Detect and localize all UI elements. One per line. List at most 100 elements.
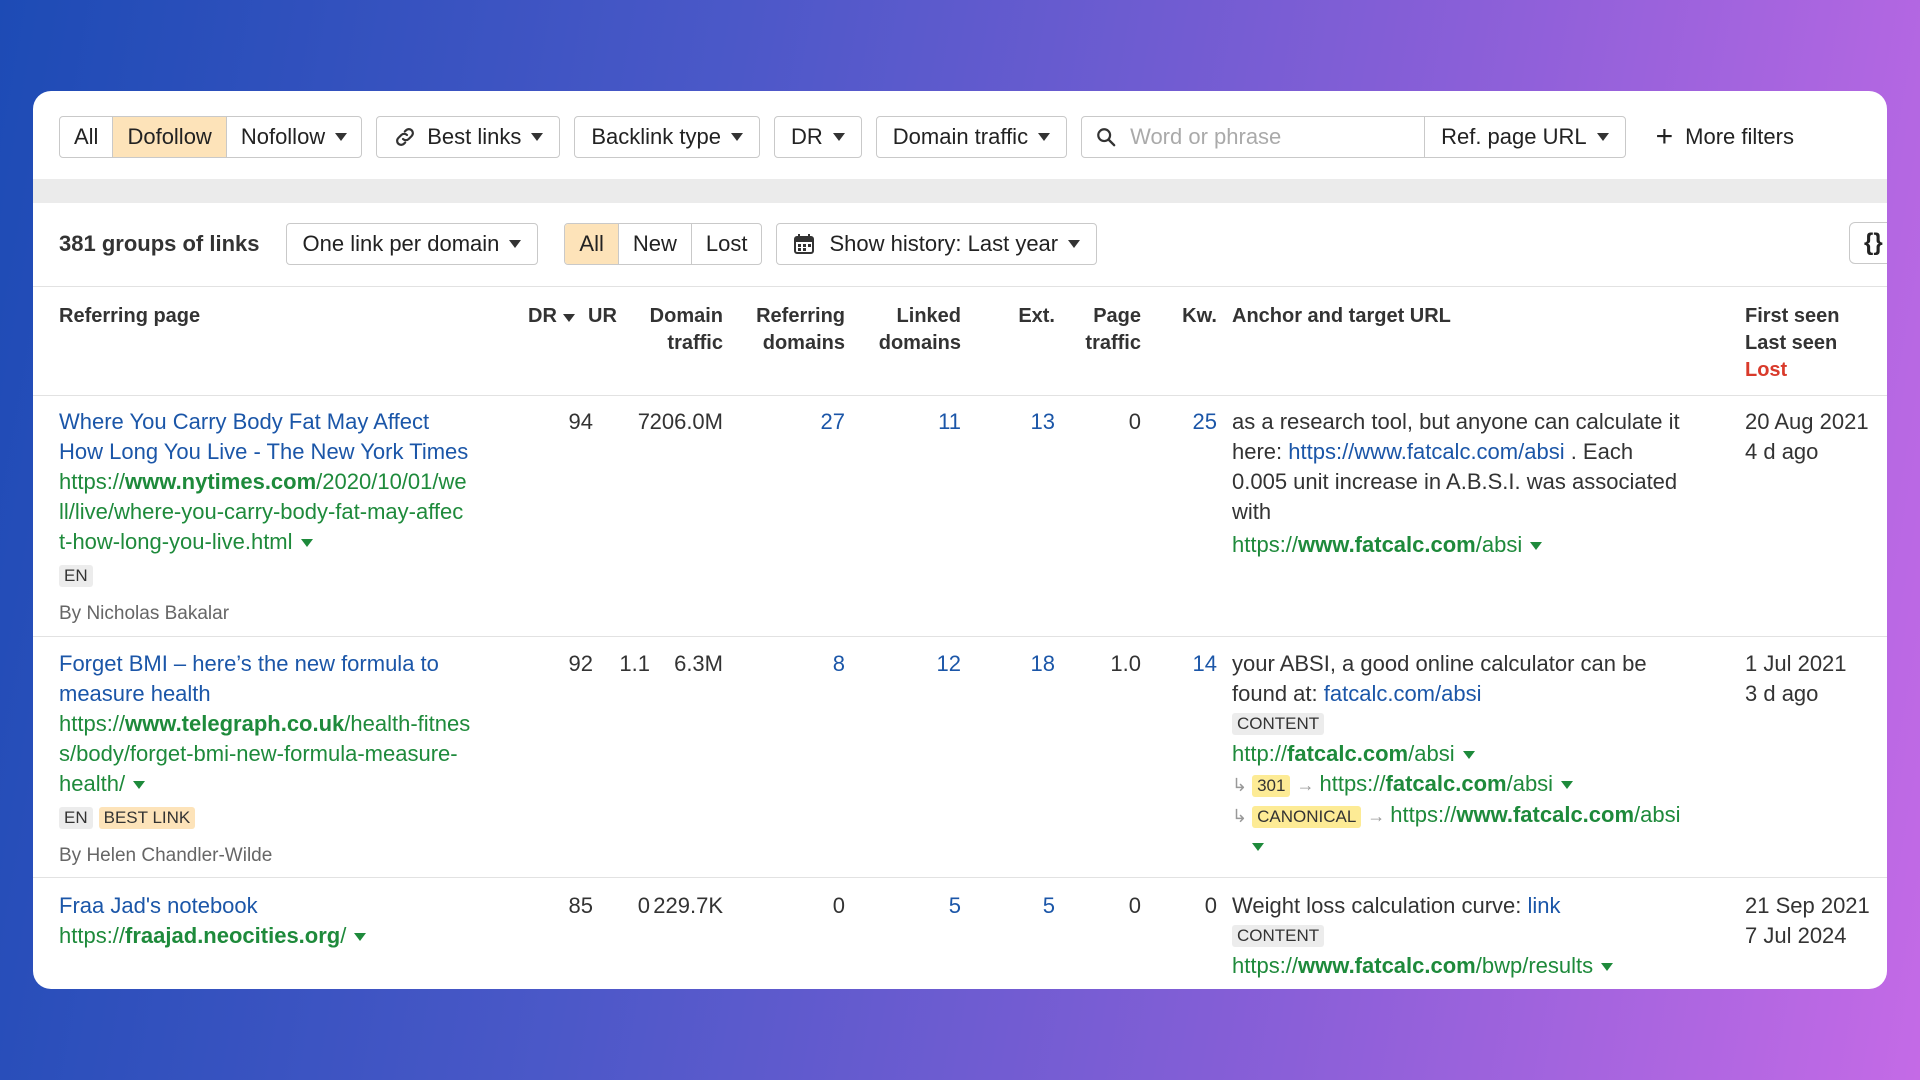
- api-button[interactable]: {}: [1849, 222, 1887, 264]
- col-ext[interactable]: Ext.: [993, 303, 1055, 330]
- grouping-dropdown[interactable]: One link per domain: [285, 223, 539, 265]
- search-input[interactable]: [1130, 124, 1411, 150]
- braces-icon: {}: [1864, 229, 1883, 256]
- referring-page-url-link[interactable]: https://fraajad.neocities.org/: [59, 921, 509, 951]
- filter-nofollow[interactable]: Nofollow: [227, 117, 361, 157]
- linked-domains-value[interactable]: 5: [893, 891, 961, 921]
- referring-page-title-link[interactable]: Forget BMI – here’s the new formula to me…: [59, 649, 509, 709]
- col-ref-domains-l2: domains: [762, 332, 845, 354]
- search-icon: [1097, 128, 1116, 147]
- linked-domains-value[interactable]: 12: [893, 649, 961, 679]
- best-links-dropdown[interactable]: Best links: [376, 116, 561, 158]
- col-anchor[interactable]: Anchor and target URL: [1232, 303, 1451, 330]
- domain-traffic-label: Domain traffic: [892, 124, 1029, 149]
- domain-traffic-dropdown[interactable]: Domain traffic: [875, 116, 1068, 158]
- kw-value: 0: [1204, 893, 1217, 918]
- redirect-row-301: ↳ 301 → https://fatcalc.com/absi: [1232, 769, 1742, 800]
- referring-page-title-link[interactable]: Where You Carry Body Fat May Affect How L…: [59, 407, 499, 467]
- chevron-down-icon: [1068, 240, 1081, 248]
- col-first-seen: First seen: [1745, 305, 1840, 327]
- col-linked-domains[interactable]: Linked domains: [863, 303, 961, 357]
- canonical-url-link[interactable]: https://www.fatcalc.com/absi: [1390, 802, 1680, 827]
- col-dr[interactable]: DR: [528, 303, 575, 330]
- col-dr-label: DR: [528, 305, 557, 327]
- chevron-down-icon: [1596, 133, 1609, 141]
- last-seen-value: 4 d ago: [1745, 439, 1819, 464]
- kw-value[interactable]: 14: [1163, 649, 1217, 679]
- url-domain: www.telegraph.co.uk: [125, 711, 345, 736]
- filter-dofollow[interactable]: Dofollow: [113, 117, 227, 157]
- chevron-down-icon[interactable]: [354, 933, 367, 942]
- target-url-link[interactable]: https://www.fatcalc.com/bwp/results: [1232, 951, 1732, 981]
- ext-value[interactable]: 18: [993, 649, 1055, 679]
- first-seen-value: 21 Sep 2021: [1745, 893, 1870, 918]
- chevron-down-icon[interactable]: [300, 539, 313, 548]
- chevron-down-icon[interactable]: [1252, 843, 1264, 852]
- more-filters-button[interactable]: + More filters: [1656, 122, 1794, 152]
- chevron-down-icon[interactable]: [1530, 542, 1543, 551]
- anchor-link[interactable]: link: [1528, 893, 1561, 918]
- author: By Helen Chandler-Wilde: [59, 845, 273, 866]
- col-referring-page[interactable]: Referring page: [59, 303, 200, 330]
- referring-domains-value[interactable]: 27: [773, 407, 845, 437]
- dr-dropdown[interactable]: DR: [773, 116, 862, 158]
- ext-value[interactable]: 13: [993, 407, 1055, 437]
- domain-traffic-value: 229.7K: [653, 893, 723, 918]
- url-scheme: https://: [59, 469, 126, 494]
- url-domain: fatcalc.com: [1385, 771, 1507, 796]
- url-domain: fatcalc.com: [1287, 741, 1409, 766]
- history-label: Show history: Last year: [829, 231, 1059, 256]
- url-scheme: https://: [1319, 771, 1386, 796]
- results-toolbar: 381 groups of links One link per domain …: [59, 222, 1098, 266]
- col-ur[interactable]: UR: [588, 303, 617, 330]
- referring-domains-value[interactable]: 8: [773, 649, 845, 679]
- anchor-text: your ABSI, a good online calculator can …: [1232, 651, 1647, 676]
- target-url-link[interactable]: https://www.fatcalc.com/absi: [1232, 530, 1732, 560]
- referring-page-url-link[interactable]: https://www.telegraph.co.uk/health-fitne…: [59, 709, 509, 799]
- sort-desc-icon: [562, 314, 575, 322]
- row-separator: [33, 636, 1887, 637]
- status-lost[interactable]: Lost: [692, 224, 762, 264]
- redirect-url-link[interactable]: https://fatcalc.com/absi: [1319, 771, 1574, 796]
- page-traffic-value: 1.0: [1110, 651, 1141, 676]
- anchor-link[interactable]: https://www.fatcalc.com/absi: [1288, 439, 1564, 464]
- link-type-segment: All Dofollow Nofollow: [59, 116, 363, 158]
- status-new[interactable]: New: [619, 224, 692, 264]
- url-path: t-how-long-you-live.html: [59, 529, 293, 554]
- plus-icon: +: [1655, 120, 1674, 153]
- anchor-cell-3: Weight loss calculation curve: link CONT…: [1232, 891, 1732, 981]
- redirect-301-tag: 301: [1252, 775, 1291, 797]
- url-path: /2020/10/01/we: [316, 469, 467, 494]
- filter-all[interactable]: All: [60, 117, 114, 157]
- chevron-down-icon: [730, 133, 743, 141]
- referring-page-cell-3: Fraa Jad's notebook https://fraajad.neoc…: [59, 891, 509, 951]
- chevron-down-icon[interactable]: [1601, 963, 1614, 972]
- col-page-traffic-l1: Page: [1093, 305, 1141, 327]
- anchor-text: with: [1232, 499, 1272, 524]
- row-separator: [33, 395, 1887, 396]
- col-domain-traffic[interactable]: Domain traffic: [623, 303, 723, 357]
- col-page-traffic[interactable]: Page traffic: [1073, 303, 1141, 357]
- referring-page-title-link[interactable]: Fraa Jad's notebook: [59, 891, 509, 921]
- ref-page-url-label: Ref. page URL: [1441, 124, 1587, 149]
- backlink-type-dropdown[interactable]: Backlink type: [574, 116, 760, 158]
- anchor-link[interactable]: fatcalc.com/absi: [1324, 681, 1482, 706]
- ref-page-url-dropdown[interactable]: Ref. page URL: [1425, 117, 1625, 157]
- chevron-down-icon[interactable]: [1462, 751, 1475, 760]
- anchor-text: 0.005 unit increase in A.B.S.I. was asso…: [1232, 469, 1678, 494]
- target-url-link[interactable]: http://fatcalc.com/absi: [1232, 739, 1742, 769]
- kw-value[interactable]: 25: [1163, 407, 1217, 437]
- col-page-traffic-l2: traffic: [1085, 332, 1141, 354]
- col-first-last-seen[interactable]: First seen Last seen Lost: [1745, 303, 1839, 384]
- linked-domains-value[interactable]: 11: [893, 407, 961, 437]
- col-kw[interactable]: Kw.: [1163, 303, 1217, 330]
- chevron-down-icon[interactable]: [133, 781, 146, 790]
- url-scheme: https://: [59, 923, 126, 948]
- ext-value[interactable]: 5: [993, 891, 1055, 921]
- status-all[interactable]: All: [565, 224, 619, 264]
- col-referring-domains[interactable]: Referring domains: [733, 303, 845, 357]
- referring-page-url-link[interactable]: https://www.nytimes.com/2020/10/01/we ll/…: [59, 467, 499, 557]
- backlinks-panel: All Dofollow Nofollow Best links Backlin…: [33, 91, 1887, 989]
- history-dropdown[interactable]: Show history: Last year: [776, 223, 1098, 265]
- chevron-down-icon[interactable]: [1561, 781, 1574, 790]
